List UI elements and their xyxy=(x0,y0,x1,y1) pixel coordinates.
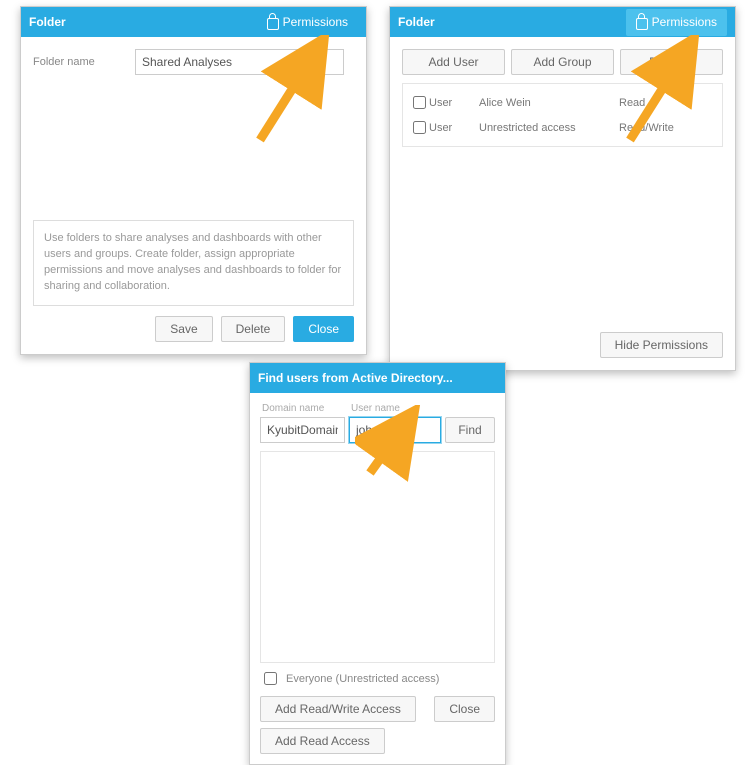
dialog-title: Folder xyxy=(29,15,257,29)
row-name: Unrestricted access xyxy=(479,122,619,134)
username-input[interactable] xyxy=(349,417,441,443)
remove-button[interactable]: Remove xyxy=(620,49,723,75)
dialog-body: Add User Add Group Remove User Alice Wei… xyxy=(390,37,735,370)
domain-label: Domain name xyxy=(262,403,345,414)
dialog-header: Find users from Active Directory... xyxy=(250,363,505,393)
row-checkbox[interactable] xyxy=(413,96,426,109)
everyone-label: Everyone (Unrestricted access) xyxy=(286,673,439,685)
row-name: Alice Wein xyxy=(479,97,619,109)
folder-name-label: Folder name xyxy=(33,56,123,68)
add-user-button[interactable]: Add User xyxy=(402,49,505,75)
close-button[interactable]: Close xyxy=(293,316,354,342)
permissions-list: User Alice Wein Read User Unrestricted a… xyxy=(402,83,723,147)
hide-permissions-button[interactable]: Hide Permissions xyxy=(600,332,723,358)
everyone-checkbox[interactable] xyxy=(264,672,277,685)
table-row[interactable]: User Unrestricted access Read/Write xyxy=(409,115,716,140)
domain-input[interactable] xyxy=(260,417,345,443)
lock-icon xyxy=(267,18,279,30)
row-checkbox[interactable] xyxy=(413,121,426,134)
dialog-title: Folder xyxy=(398,15,626,29)
add-group-button[interactable]: Add Group xyxy=(511,49,614,75)
permissions-tab-label: Permissions xyxy=(652,15,717,29)
add-readwrite-button[interactable]: Add Read/Write Access xyxy=(260,696,416,722)
delete-button[interactable]: Delete xyxy=(221,316,286,342)
folder-dialog: Folder Permissions Folder name Use folde… xyxy=(20,6,367,355)
row-perm: Read xyxy=(619,97,716,109)
save-button[interactable]: Save xyxy=(155,316,212,342)
close-button[interactable]: Close xyxy=(434,696,495,722)
dialog-title: Find users from Active Directory... xyxy=(258,371,497,385)
dialog-header: Folder Permissions xyxy=(390,7,735,37)
help-text: Use folders to share analyses and dashbo… xyxy=(33,220,354,306)
row-type: User xyxy=(429,122,479,134)
add-read-button[interactable]: Add Read Access xyxy=(260,728,385,754)
permissions-tab-label: Permissions xyxy=(283,15,348,29)
permissions-dialog: Folder Permissions Add User Add Group Re… xyxy=(389,6,736,371)
row-perm: Read/Write xyxy=(619,122,716,134)
find-button[interactable]: Find xyxy=(445,417,495,443)
row-type: User xyxy=(429,97,479,109)
lock-icon xyxy=(636,18,648,30)
permissions-tab[interactable]: Permissions xyxy=(626,9,727,36)
folder-name-input[interactable] xyxy=(135,49,344,75)
dialog-header: Folder Permissions xyxy=(21,7,366,37)
dialog-body: Domain name User name Find Everyone (Unr… xyxy=(250,393,505,764)
permissions-tab[interactable]: Permissions xyxy=(257,9,358,36)
dialog-body: Folder name Use folders to share analyse… xyxy=(21,37,366,354)
username-label: User name xyxy=(351,403,441,414)
results-list xyxy=(260,451,495,663)
find-users-dialog: Find users from Active Directory... Doma… xyxy=(249,362,506,765)
table-row[interactable]: User Alice Wein Read xyxy=(409,90,716,115)
